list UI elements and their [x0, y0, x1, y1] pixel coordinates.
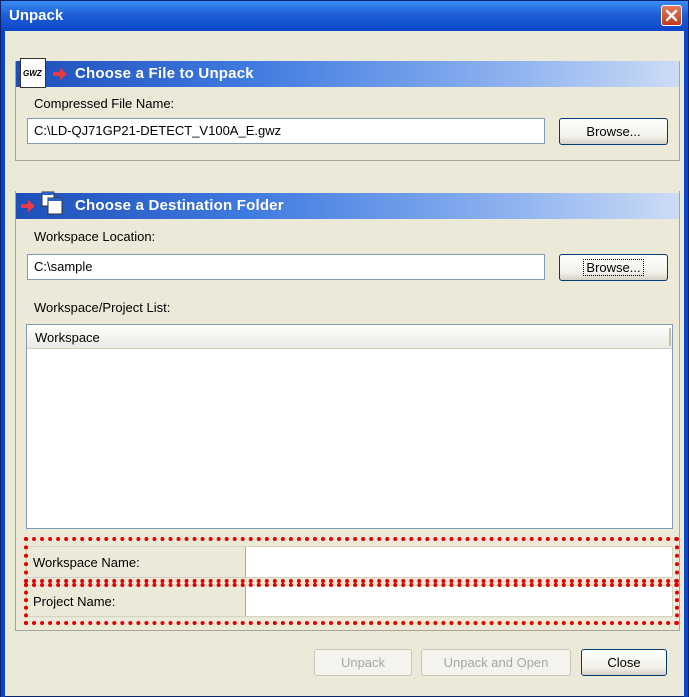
- window-border-right: [684, 31, 688, 697]
- file-section: [15, 61, 680, 161]
- close-icon: [665, 9, 678, 22]
- window-border-left: [1, 31, 5, 697]
- list-column-header-workspace[interactable]: Workspace: [27, 325, 672, 349]
- compressed-file-input[interactable]: C:\LD-QJ71GP21-DETECT_V100A_E.gwz: [27, 118, 545, 144]
- project-name-row: Project Name:: [26, 585, 673, 617]
- workspace-name-input[interactable]: [249, 548, 669, 576]
- browse-file-button[interactable]: Browse...: [559, 118, 668, 145]
- close-window-button[interactable]: [661, 5, 682, 26]
- workspace-location-label: Workspace Location:: [34, 229, 156, 244]
- compressed-file-label: Compressed File Name:: [34, 96, 175, 111]
- project-name-label: Project Name:: [27, 586, 246, 616]
- project-name-input[interactable]: [249, 587, 669, 615]
- workspace-name-row: Workspace Name:: [26, 546, 673, 578]
- workspace-location-input[interactable]: C:\sample: [27, 254, 545, 280]
- workspace-project-list-label: Workspace/Project List:: [34, 300, 171, 315]
- column-separator: [669, 328, 671, 346]
- unpack-button[interactable]: Unpack: [314, 649, 412, 676]
- browse-location-button[interactable]: Browse...: [559, 254, 668, 281]
- unpack-dialog: Unpack GWZ Choose a File to Unpack Compr…: [0, 0, 689, 697]
- workspace-name-label: Workspace Name:: [27, 547, 246, 577]
- window-title: Unpack: [9, 7, 64, 24]
- close-button[interactable]: Close: [581, 649, 667, 676]
- title-bar[interactable]: Unpack: [1, 1, 688, 31]
- workspace-list[interactable]: Workspace: [26, 324, 673, 529]
- unpack-and-open-button[interactable]: Unpack and Open: [421, 649, 571, 676]
